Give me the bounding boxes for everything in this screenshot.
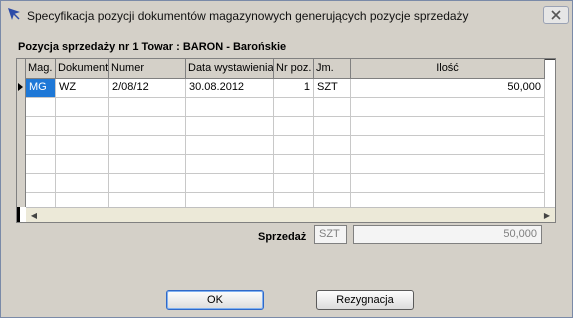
summary-value-field: 50,000 xyxy=(353,225,542,244)
cell-jm[interactable]: SZT xyxy=(314,79,351,97)
col-numer[interactable]: Numer xyxy=(109,59,186,78)
table-row[interactable]: MG WZ 2/08/12 30.08.2012 1 SZT 50,000 xyxy=(26,79,545,98)
col-data-wystawienia[interactable]: Data wystawienia xyxy=(186,59,274,78)
dialog-window: Specyfikacja pozycji dokumentów magazyno… xyxy=(0,0,573,318)
empty-row xyxy=(26,155,545,174)
col-nr-poz[interactable]: Nr poz. xyxy=(274,59,314,78)
ok-button[interactable]: OK xyxy=(166,290,264,310)
col-mag[interactable]: Mag. xyxy=(26,59,56,78)
close-button[interactable] xyxy=(543,6,569,24)
empty-row xyxy=(26,174,545,193)
documents-grid[interactable]: Mag. Dokument Numer Data wystawienia Nr … xyxy=(16,58,556,223)
grid-header: Mag. Dokument Numer Data wystawienia Nr … xyxy=(26,59,545,79)
cell-nr-poz[interactable]: 1 xyxy=(274,79,314,97)
grid-body: MG WZ 2/08/12 30.08.2012 1 SZT 50,000 xyxy=(26,79,545,212)
col-dokument[interactable]: Dokument xyxy=(56,59,109,78)
col-jm[interactable]: Jm. xyxy=(314,59,351,78)
grid-edge-marker xyxy=(17,207,20,222)
cancel-button[interactable]: Rezygnacja xyxy=(316,290,414,310)
empty-row xyxy=(26,98,545,117)
cell-mag[interactable]: MG xyxy=(26,79,56,97)
scroll-right-icon[interactable]: ▶ xyxy=(541,210,553,220)
close-icon xyxy=(551,10,561,20)
cell-data[interactable]: 30.08.2012 xyxy=(186,79,274,97)
col-ilosc[interactable]: Ilość xyxy=(351,59,545,78)
cell-dokument[interactable]: WZ xyxy=(56,79,109,97)
row-indicator-column xyxy=(17,59,26,207)
title-bar: Specyfikacja pozycji dokumentów magazyno… xyxy=(1,1,572,29)
position-header: Pozycja sprzedaży nr 1 Towar : BARON - B… xyxy=(18,41,287,53)
current-row-arrow-icon xyxy=(18,83,23,91)
empty-row xyxy=(26,136,545,155)
cell-numer[interactable]: 2/08/12 xyxy=(109,79,186,97)
summary-unit-field: SZT xyxy=(314,225,347,244)
cell-ilosc[interactable]: 50,000 xyxy=(351,79,545,97)
window-title: Specyfikacja pozycji dokumentów magazyno… xyxy=(27,9,469,23)
horizontal-scrollbar[interactable]: ◀ ▶ xyxy=(26,207,555,222)
scroll-left-icon[interactable]: ◀ xyxy=(28,210,40,220)
empty-row xyxy=(26,117,545,136)
summary-label: Sprzedaż xyxy=(258,231,307,243)
app-arrow-icon xyxy=(8,8,20,20)
